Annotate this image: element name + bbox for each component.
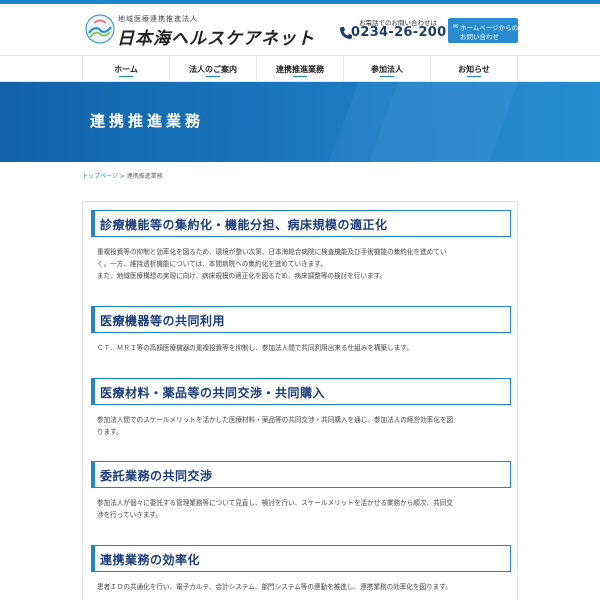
contact-button-line2: お問い合わせ [460, 33, 499, 41]
breadcrumb-home-link[interactable]: トップページ [82, 173, 118, 180]
section-outsourcing: 委託業務の共同交渉 参加法人が個々に委託する管理業務等について見直し、検討を行い… [91, 461, 511, 521]
main-nav: ホーム 法人のご案内 連携推進業務 参加法人 お知らせ [0, 55, 600, 82]
site-header: 地域医療連携推進法人 日本海ヘルスケアネット お電話でのお問い合わせは 0234… [0, 4, 600, 54]
breadcrumb-separator: > [119, 173, 125, 180]
section-heading: 診療機能等の集約化・機能分担、病床規模の適正化 [91, 210, 511, 237]
section-title: 医療機器等の共同利用 [100, 314, 226, 328]
section-title: 医療材料・薬品等の共同交渉・共同購入 [100, 386, 326, 400]
section-line: 重複投資等の抑制と効率化を図るため、環境が整い次第、日本海総合病院に検査機能及び… [97, 248, 447, 256]
nav-item-about[interactable]: 法人のご案内 [170, 56, 257, 82]
section-line: 渉を行っていきます。 [97, 511, 162, 519]
section-line: ＣＴ、ＭＲＩ等の高額医療機器の重複投資等を抑制し、参加法人間で共同利用出来る仕組… [97, 344, 413, 352]
section-line: く。一方、維持透析機能については、本間病院への集約化を進めていきます。 [97, 260, 327, 268]
section-body: 参加法人間でのスケールメリットを活かした医療材料・薬品等の共同交渉・共同購入を通… [91, 405, 511, 438]
logo-title: 日本海ヘルスケアネット [117, 29, 315, 49]
logo-subtitle: 地域医療連携推進法人 [118, 15, 198, 23]
section-body: ＣＴ、ＭＲＩ等の高額医療機器の重複投資等を抑制し、参加法人間で共同利用出来る仕組… [91, 333, 511, 354]
section-body: 重複投資等の抑制と効率化を図るため、環境が整い次第、日本海総合病院に検査機能及び… [91, 237, 511, 282]
section-line: ります。 [97, 428, 123, 436]
section-line: 参加法人間でのスケールメリットを活かした医療材料・薬品等の共同交渉・共同購入を通… [97, 416, 454, 424]
nav-item-members[interactable]: 参加法人 [344, 56, 431, 82]
section-heading: 連携業務の効率化 [91, 545, 511, 572]
section-title: 診療機能等の集約化・機能分担、病床規模の適正化 [100, 218, 388, 232]
nav-underline [467, 76, 481, 77]
section-line: 患者ＩＤの共通化を行い、電子カルテ、会計システム、部門システム等の連動を推進し、… [97, 583, 452, 591]
breadcrumb: トップページ > 連携推進業務 [82, 171, 163, 180]
nav-item-news[interactable]: お知らせ [431, 56, 518, 82]
section-line: また、地域医療構想の実現に向け、病床規模の適正化を図るため、病床調整等の検討を行… [97, 272, 387, 280]
section-joint-purchasing: 医療材料・薬品等の共同交渉・共同購入 参加法人間でのスケールメリットを活かした医… [91, 378, 511, 438]
nav-underline [380, 76, 394, 77]
nav-item-label: ホーム [114, 64, 138, 74]
phone-contact: お電話でのお問い合わせは 0234-26-2001 [335, 17, 456, 45]
section-heading: 委託業務の共同交渉 [91, 461, 511, 488]
section-equipment-sharing: 医療機器等の共同利用 ＣＴ、ＭＲＩ等の高額医療機器の重複投資等を抑制し、参加法人… [91, 306, 511, 354]
section-title: 委託業務の共同交渉 [100, 469, 213, 483]
section-heading: 医療材料・薬品等の共同交渉・共同購入 [91, 378, 511, 405]
nav-item-label: 法人のご案内 [189, 64, 237, 74]
logo-mark-icon [85, 14, 115, 44]
nav-item-label: お知らせ [458, 64, 490, 74]
site-logo[interactable]: 地域医療連携推進法人 日本海ヘルスケアネット [85, 14, 314, 49]
section-heading: 医療機器等の共同利用 [91, 306, 511, 333]
page-title: 連携推進業務 [90, 112, 205, 130]
contact-form-button[interactable]: ✉ ホームページからの お問い合わせ [448, 18, 518, 43]
nav-underline [293, 76, 307, 77]
breadcrumb-current: 連携推進業務 [126, 173, 163, 180]
content-panel: 診療機能等の集約化・機能分担、病床規模の適正化 重複投資等の抑制と効率化を図るた… [82, 201, 518, 600]
nav-item-services[interactable]: 連携推進業務 [257, 56, 344, 82]
mail-icon: ✉ [453, 23, 459, 30]
nav-item-label: 連携推進業務 [276, 64, 324, 74]
phone-number[interactable]: 0234-26-2001 [351, 25, 456, 40]
nav-item-home[interactable]: ホーム [83, 56, 170, 82]
page-hero: 連携推進業務 [0, 82, 600, 162]
nav-underline [206, 76, 220, 77]
section-efficiency: 連携業務の効率化 患者ＩＤの共通化を行い、電子カルテ、会計システム、部門システム… [91, 545, 511, 593]
section-consolidation: 診療機能等の集約化・機能分担、病床規模の適正化 重複投資等の抑制と効率化を図るた… [91, 210, 511, 282]
section-body: 参加法人が個々に委託する管理業務等について見直し、検討を行い、スケールメリットを… [91, 488, 511, 521]
nav-item-label: 参加法人 [371, 64, 403, 74]
nav-underline [119, 76, 133, 77]
section-line: 参加法人が個々に委託する管理業務等について見直し、検討を行い、スケールメリットを… [97, 499, 453, 507]
section-body: 患者ＩＤの共通化を行い、電子カルテ、会計システム、部門システム等の連動を推進し、… [91, 572, 511, 593]
section-title: 連携業務の効率化 [100, 553, 201, 567]
